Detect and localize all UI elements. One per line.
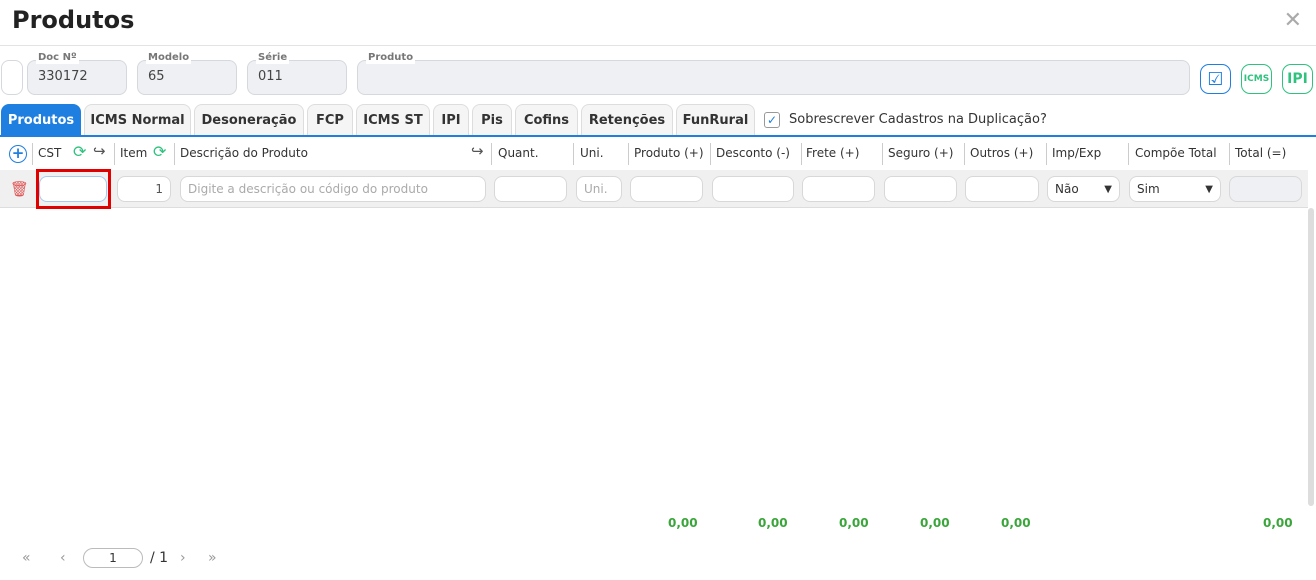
close-icon[interactable]: ✕ bbox=[1284, 8, 1302, 33]
ipi-button[interactable]: IPI bbox=[1282, 64, 1313, 94]
col-cst: CST bbox=[38, 146, 62, 160]
doc-label: Doc Nº bbox=[36, 52, 79, 64]
doc-number-field: Doc Nº 330172 bbox=[27, 52, 127, 95]
serie-field: Série 011 bbox=[247, 52, 347, 95]
tab-ipi[interactable]: IPI bbox=[433, 104, 469, 135]
check-all-button[interactable]: ☑ bbox=[1200, 64, 1231, 94]
trash-icon[interactable]: 🗑 bbox=[10, 180, 29, 198]
next-page-icon[interactable]: › bbox=[180, 550, 186, 566]
tab-desoneracao[interactable]: Desoneração bbox=[194, 104, 304, 135]
produto-field: Produto bbox=[357, 52, 1190, 95]
col-separator bbox=[1229, 143, 1230, 165]
col-desconto: Desconto (-) bbox=[716, 146, 790, 160]
modelo-label: Modelo bbox=[146, 52, 192, 64]
total-input bbox=[1229, 176, 1302, 202]
prev-page-icon[interactable]: ‹ bbox=[60, 550, 66, 566]
col-quant: Quant. bbox=[498, 146, 539, 160]
ipi-icon: IPI bbox=[1287, 71, 1308, 87]
total-frete: 0,00 bbox=[839, 516, 869, 530]
redo-arrow-icon[interactable]: ↪ bbox=[93, 142, 106, 160]
col-separator bbox=[114, 143, 115, 165]
col-total: Total (=) bbox=[1235, 146, 1287, 160]
impexp-value: Não bbox=[1055, 182, 1079, 196]
serie-label: Série bbox=[256, 52, 290, 64]
impexp-select[interactable]: Não ▼ bbox=[1047, 176, 1120, 202]
page-input[interactable]: 1 bbox=[83, 548, 143, 568]
tab-pis[interactable]: Pis bbox=[472, 104, 512, 135]
chevron-down-icon: ▼ bbox=[1104, 183, 1112, 195]
last-page-icon[interactable]: » bbox=[208, 550, 217, 566]
col-separator bbox=[964, 143, 965, 165]
total-seguro: 0,00 bbox=[920, 516, 950, 530]
tab-icms-normal[interactable]: ICMS Normal bbox=[84, 104, 191, 135]
produto-label: Produto bbox=[366, 52, 416, 64]
col-compoe: Compõe Total bbox=[1135, 146, 1217, 160]
produto-value-input[interactable] bbox=[630, 176, 703, 202]
compoe-value: Sim bbox=[1137, 182, 1160, 196]
col-separator bbox=[573, 143, 574, 165]
modelo-field: Modelo 65 bbox=[137, 52, 237, 95]
page-count: / 1 bbox=[150, 550, 169, 566]
col-frete: Frete (+) bbox=[806, 146, 860, 160]
tab-cofins[interactable]: Cofins bbox=[515, 104, 578, 135]
redo-arrow-icon[interactable]: ↪ bbox=[471, 142, 484, 160]
col-produto: Produto (+) bbox=[634, 146, 704, 160]
uni-input[interactable]: Uni. bbox=[576, 176, 622, 202]
scrollbar[interactable] bbox=[1308, 208, 1314, 506]
tab-icms-st[interactable]: ICMS ST bbox=[356, 104, 430, 135]
total-produto: 0,00 bbox=[668, 516, 698, 530]
col-separator bbox=[882, 143, 883, 165]
quant-input[interactable] bbox=[494, 176, 567, 202]
modelo-value: 65 bbox=[148, 69, 165, 84]
refresh-icon[interactable]: ⟳ bbox=[153, 142, 166, 161]
desconto-input[interactable] bbox=[712, 176, 794, 202]
outros-input[interactable] bbox=[965, 176, 1039, 202]
overwrite-checkbox[interactable]: ✓ bbox=[764, 112, 780, 128]
item-input[interactable]: 1 bbox=[117, 176, 171, 202]
compoe-select[interactable]: Sim ▼ bbox=[1129, 176, 1221, 202]
descricao-input[interactable]: Digite a descrição ou código do produto bbox=[180, 176, 486, 202]
collapsed-field[interactable] bbox=[1, 60, 23, 95]
tab-produtos[interactable]: Produtos bbox=[1, 104, 81, 135]
chevron-down-icon: ▼ bbox=[1205, 183, 1213, 195]
col-item: Item bbox=[120, 146, 148, 160]
divider bbox=[0, 45, 1316, 46]
col-separator bbox=[491, 143, 492, 165]
tab-retencoes[interactable]: Retenções bbox=[581, 104, 673, 135]
tab-underline bbox=[0, 135, 1316, 137]
first-page-icon[interactable]: « bbox=[22, 550, 31, 566]
page-title: Produtos bbox=[12, 6, 135, 34]
col-separator bbox=[801, 143, 802, 165]
col-separator bbox=[710, 143, 711, 165]
icms-icon: ICMS bbox=[1243, 74, 1270, 84]
col-outros: Outros (+) bbox=[970, 146, 1034, 160]
refresh-icon[interactable]: ⟳ bbox=[73, 142, 86, 161]
total-desconto: 0,00 bbox=[758, 516, 788, 530]
frete-input[interactable] bbox=[802, 176, 875, 202]
col-uni: Uni. bbox=[580, 146, 604, 160]
tab-funrural[interactable]: FunRural bbox=[676, 104, 755, 135]
total-outros: 0,00 bbox=[1001, 516, 1031, 530]
icms-button[interactable]: ICMS bbox=[1241, 64, 1272, 94]
total-geral: 0,00 bbox=[1263, 516, 1293, 530]
col-separator bbox=[174, 143, 175, 165]
checkbox-icon: ☑ bbox=[1207, 68, 1224, 90]
col-seguro: Seguro (+) bbox=[888, 146, 954, 160]
col-separator bbox=[1128, 143, 1129, 165]
col-separator bbox=[32, 143, 33, 165]
serie-value: 011 bbox=[258, 69, 283, 84]
add-row-icon[interactable]: + bbox=[9, 145, 27, 163]
highlight-box bbox=[36, 169, 111, 209]
seguro-input[interactable] bbox=[884, 176, 957, 202]
col-separator bbox=[628, 143, 629, 165]
col-descricao: Descrição do Produto bbox=[180, 146, 308, 160]
col-impexp: Imp/Exp bbox=[1052, 146, 1102, 160]
overwrite-label: Sobrescrever Cadastros na Duplicação? bbox=[789, 112, 1047, 127]
doc-value: 330172 bbox=[38, 69, 88, 84]
tab-fcp[interactable]: FCP bbox=[307, 104, 353, 135]
col-separator bbox=[1046, 143, 1047, 165]
